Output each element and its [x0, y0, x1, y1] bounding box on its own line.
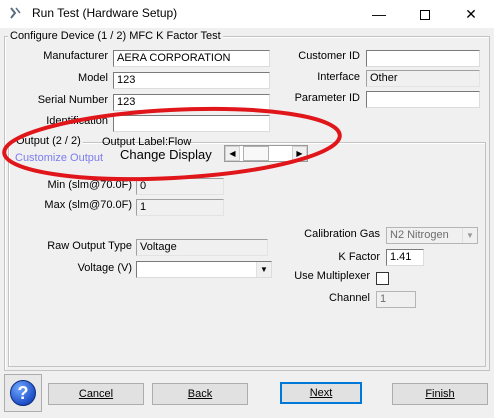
close-icon[interactable]: ✕: [448, 0, 494, 28]
chevron-down-icon[interactable]: ▼: [256, 262, 271, 277]
help-button[interactable]: ?: [4, 374, 42, 412]
next-label: Next: [309, 387, 333, 399]
model-field[interactable]: 123: [113, 72, 270, 89]
next-button[interactable]: Next: [280, 382, 362, 404]
raw-output-type-field: Voltage: [136, 239, 268, 256]
use-multiplexer-label: Use Multiplexer: [294, 270, 370, 282]
calibration-gas-select: N2 Nitrogen ▼: [386, 227, 478, 244]
finish-label: Finish: [425, 388, 455, 400]
calibration-gas-value: N2 Nitrogen: [390, 229, 449, 241]
customer-id-label: Customer ID: [298, 50, 360, 62]
channel-label: Channel: [329, 292, 370, 304]
calibration-gas-label: Calibration Gas: [304, 228, 380, 240]
customer-id-field[interactable]: [366, 50, 480, 67]
back-button[interactable]: Back: [152, 383, 248, 405]
parameter-id-field[interactable]: [366, 91, 480, 108]
cancel-button[interactable]: Cancel: [48, 383, 144, 405]
voltage-select[interactable]: ▼: [136, 261, 272, 278]
back-label: Back: [187, 388, 213, 400]
finish-button[interactable]: Finish: [392, 383, 488, 405]
window-title: Run Test (Hardware Setup): [32, 6, 178, 20]
test-icon: [8, 6, 22, 20]
configure-device-title: Configure Device (1 / 2) MFC K Factor Te…: [8, 30, 223, 42]
max-field: 1: [136, 199, 224, 216]
manufacturer-label: Manufacturer: [43, 50, 108, 62]
voltage-label: Voltage (V): [77, 262, 132, 274]
maximize-icon[interactable]: [402, 0, 448, 28]
k-factor-label: K Factor: [338, 251, 380, 263]
model-label: Model: [78, 72, 108, 84]
help-icon: ?: [10, 380, 36, 406]
minimize-icon[interactable]: —: [356, 0, 402, 28]
chevron-down-icon: ▼: [462, 228, 477, 243]
channel-field: 1: [376, 291, 416, 308]
manufacturer-field[interactable]: AERA CORPORATION: [113, 50, 270, 67]
k-factor-field[interactable]: 1.41: [386, 249, 424, 266]
cancel-label: Cancel: [78, 388, 114, 400]
use-multiplexer-checkbox[interactable]: [376, 272, 389, 285]
annotation-ellipse: [2, 106, 342, 182]
interface-label: Interface: [317, 71, 360, 83]
interface-field: Other: [366, 70, 480, 87]
raw-output-type-label: Raw Output Type: [47, 240, 132, 252]
max-label: Max (slm@70.0F): [44, 199, 132, 211]
